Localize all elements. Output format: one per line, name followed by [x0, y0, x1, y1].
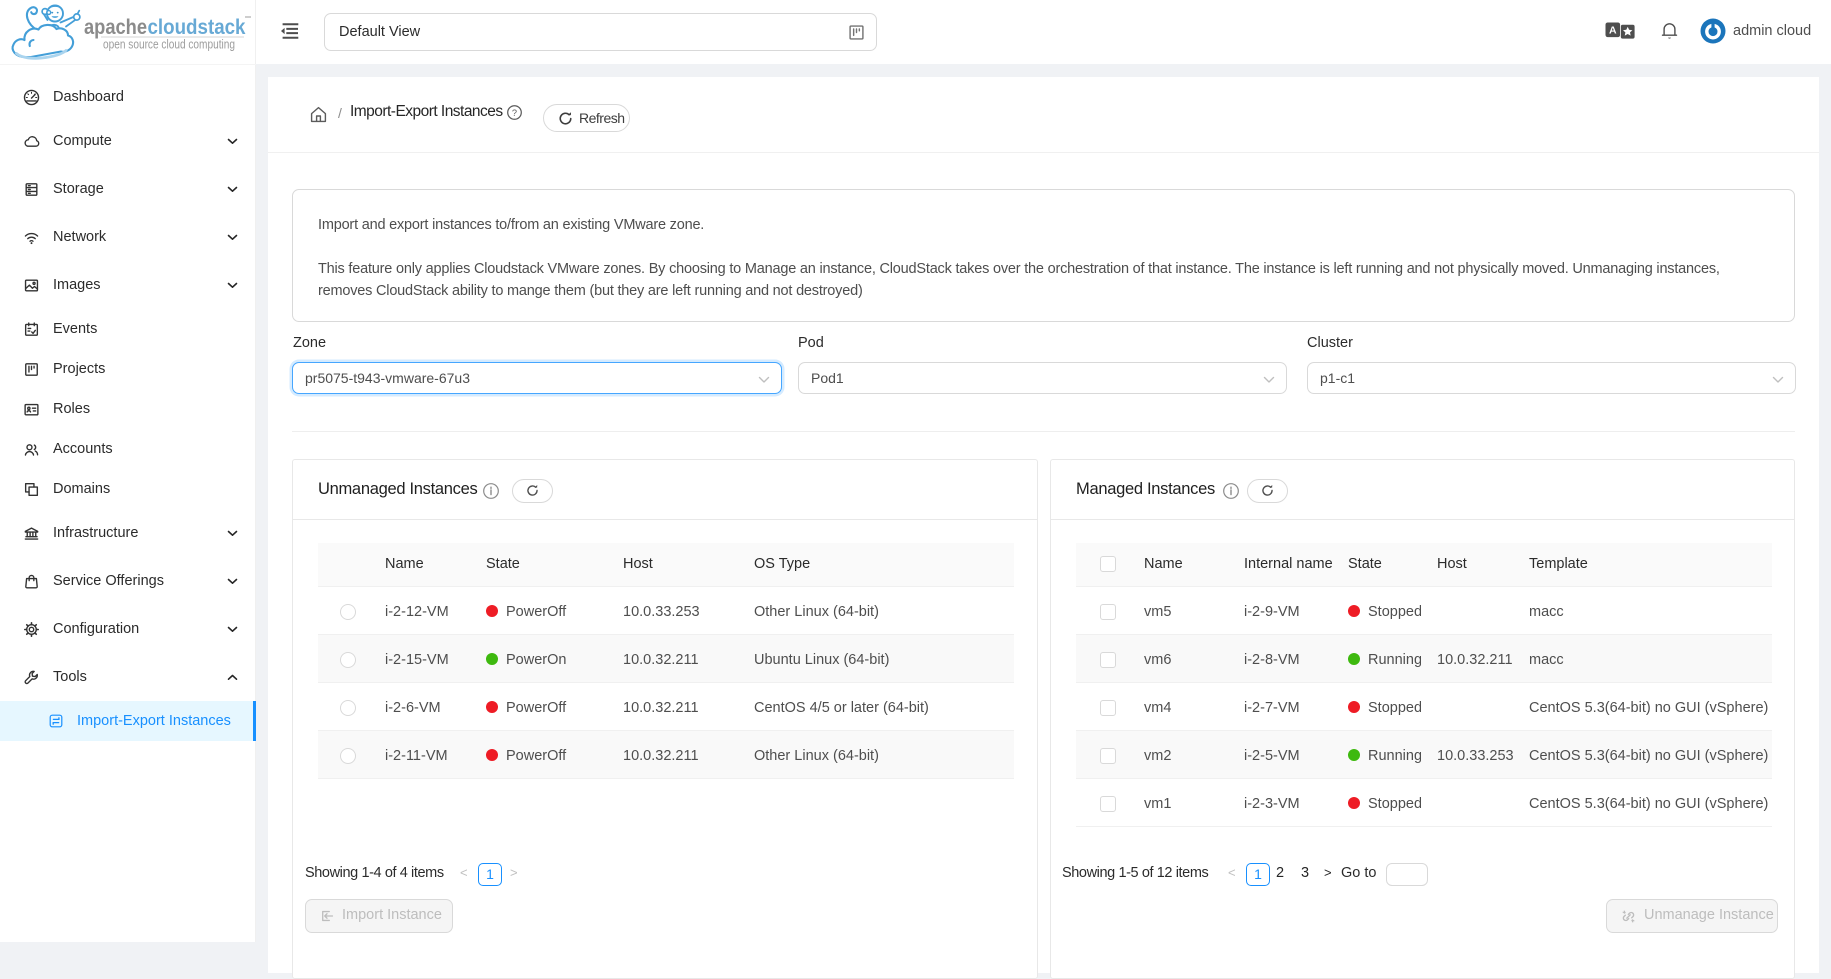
svg-text:open source cloud computing: open source cloud computing [103, 37, 235, 52]
svg-text:A: A [1609, 25, 1617, 37]
svg-text:?: ? [512, 108, 517, 118]
